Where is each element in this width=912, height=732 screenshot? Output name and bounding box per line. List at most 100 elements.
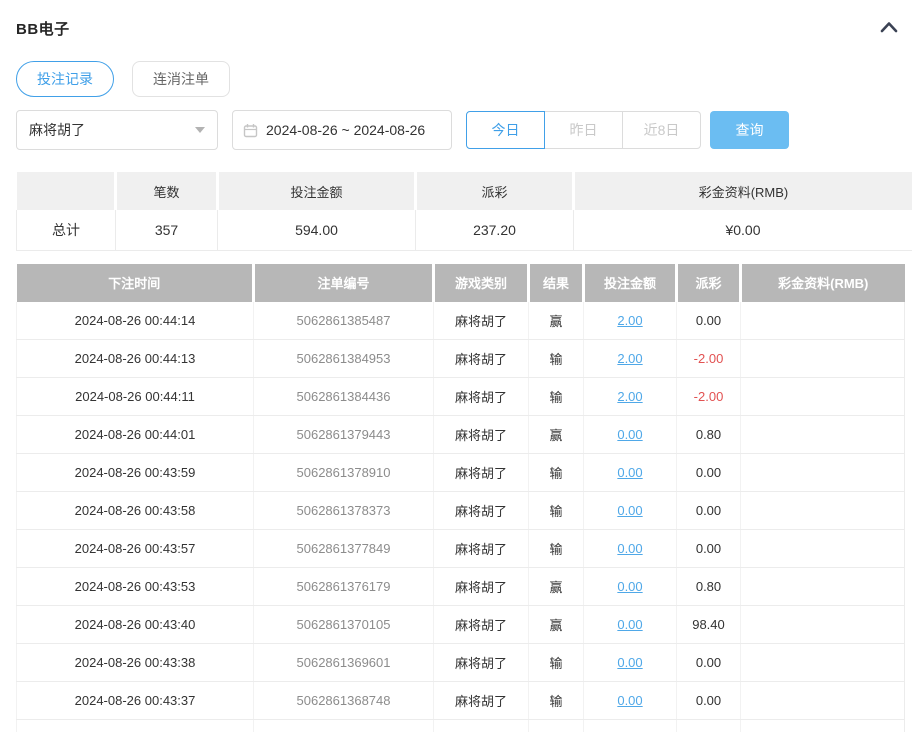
bonus-cell xyxy=(741,720,905,732)
bet-amount-link[interactable]: 0.00 xyxy=(617,541,642,556)
game-type-cell: 麻将胡了 xyxy=(434,454,529,492)
bet-amount-link[interactable]: 0.00 xyxy=(617,427,642,442)
order-no-cell: 5062861369601 xyxy=(254,644,434,682)
table-row: 2024-08-26 00:44:01 5062861379443 麻将胡了 赢… xyxy=(17,416,905,454)
calendar-icon xyxy=(243,123,258,138)
table-row: 2024-08-26 00:43:57 5062861377849 麻将胡了 输… xyxy=(17,530,905,568)
bet-amount-link[interactable]: 0.00 xyxy=(617,465,642,480)
order-no-cell: 5062861384953 xyxy=(254,340,434,378)
quick-range-group: 今日 昨日 近8日 xyxy=(466,111,701,149)
result-cell: 输 xyxy=(529,492,584,530)
payout-cell: 0.80 xyxy=(677,416,741,454)
result-cell: 输 xyxy=(529,720,584,732)
result-cell: 输 xyxy=(529,454,584,492)
bet-time-cell: 2024-08-26 00:43:59 xyxy=(17,454,254,492)
bet-time-cell: 2024-08-26 00:43:38 xyxy=(17,644,254,682)
records-table-body: 2024-08-26 00:44:14 5062861385487 麻将胡了 赢… xyxy=(17,302,905,732)
bet-amount-cell: 0.00 xyxy=(584,416,677,454)
game-select[interactable]: 麻将胡了 xyxy=(16,110,218,150)
records-col-bet-time: 下注时间 xyxy=(17,264,254,302)
table-row: 2024-08-26 00:43:59 5062861378910 麻将胡了 输… xyxy=(17,454,905,492)
bet-amount-cell: 0.00 xyxy=(584,454,677,492)
table-row: 2024-08-26 00:43:37 5062861368748 麻将胡了 输… xyxy=(17,682,905,720)
payout-cell: -2.00 xyxy=(677,340,741,378)
order-no-cell: 5062861376179 xyxy=(254,568,434,606)
tab-bar: 投注记录 连消注单 xyxy=(16,61,912,97)
payout-cell: 0.00 xyxy=(677,644,741,682)
order-no-cell: 5062861378910 xyxy=(254,454,434,492)
tab-betting-records[interactable]: 投注记录 xyxy=(16,61,114,97)
bonus-cell xyxy=(741,568,905,606)
caret-down-icon xyxy=(195,127,205,133)
date-range-picker[interactable]: 2024-08-26 ~ 2024-08-26 xyxy=(232,110,452,150)
table-row: 2024-08-26 00:43:35 5062861368241 麻将胡了 输… xyxy=(17,720,905,732)
bet-time-cell: 2024-08-26 00:43:53 xyxy=(17,568,254,606)
payout-cell: 0.00 xyxy=(677,302,741,340)
bet-time-cell: 2024-08-26 00:43:57 xyxy=(17,530,254,568)
query-button[interactable]: 查询 xyxy=(710,111,789,149)
bonus-cell xyxy=(741,378,905,416)
summary-total-payout: 237.20 xyxy=(416,210,574,250)
quick-range-today[interactable]: 今日 xyxy=(466,111,545,149)
table-row: 2024-08-26 00:44:13 5062861384953 麻将胡了 输… xyxy=(17,340,905,378)
result-cell: 输 xyxy=(529,340,584,378)
filter-bar: 麻将胡了 2024-08-26 ~ 2024-08-26 今日 昨日 近8日 查… xyxy=(16,110,912,150)
result-cell: 输 xyxy=(529,682,584,720)
game-type-cell: 麻将胡了 xyxy=(434,416,529,454)
bonus-cell xyxy=(741,340,905,378)
payout-cell: 0.00 xyxy=(677,720,741,732)
table-row: 2024-08-26 00:43:53 5062861376179 麻将胡了 赢… xyxy=(17,568,905,606)
chevron-up-icon[interactable] xyxy=(876,18,902,36)
records-col-result: 结果 xyxy=(529,264,584,302)
game-type-cell: 麻将胡了 xyxy=(434,492,529,530)
bet-amount-cell: 0.00 xyxy=(584,568,677,606)
game-type-cell: 麻将胡了 xyxy=(434,644,529,682)
bonus-cell xyxy=(741,606,905,644)
bet-amount-link[interactable]: 2.00 xyxy=(617,313,642,328)
result-cell: 赢 xyxy=(529,606,584,644)
payout-cell: 0.00 xyxy=(677,682,741,720)
game-type-cell: 麻将胡了 xyxy=(434,720,529,732)
order-no-cell: 5062861377849 xyxy=(254,530,434,568)
bet-time-cell: 2024-08-26 00:43:37 xyxy=(17,682,254,720)
game-type-cell: 麻将胡了 xyxy=(434,606,529,644)
bet-amount-link[interactable]: 0.00 xyxy=(617,655,642,670)
quick-range-yesterday[interactable]: 昨日 xyxy=(544,111,623,149)
bonus-cell xyxy=(741,530,905,568)
date-range-value: 2024-08-26 ~ 2024-08-26 xyxy=(266,122,425,138)
game-type-cell: 麻将胡了 xyxy=(434,568,529,606)
summary-total-bet-amount: 594.00 xyxy=(218,210,416,250)
bonus-cell xyxy=(741,302,905,340)
payout-cell: 0.00 xyxy=(677,530,741,568)
bet-amount-link[interactable]: 0.00 xyxy=(617,617,642,632)
order-no-cell: 5062861368748 xyxy=(254,682,434,720)
bet-amount-link[interactable]: 0.00 xyxy=(617,693,642,708)
game-type-cell: 麻将胡了 xyxy=(434,378,529,416)
bet-amount-cell: 2.00 xyxy=(584,340,677,378)
payout-cell: 98.40 xyxy=(677,606,741,644)
result-cell: 赢 xyxy=(529,302,584,340)
game-type-cell: 麻将胡了 xyxy=(434,340,529,378)
payout-cell: -2.00 xyxy=(677,378,741,416)
bet-amount-cell: 0.00 xyxy=(584,682,677,720)
tab-cancelled-orders[interactable]: 连消注单 xyxy=(132,61,230,97)
bet-amount-link[interactable]: 2.00 xyxy=(617,389,642,404)
quick-range-last8days[interactable]: 近8日 xyxy=(622,111,701,149)
records-col-bet-amount: 投注金额 xyxy=(584,264,677,302)
bet-amount-cell: 0.00 xyxy=(584,530,677,568)
bet-amount-link[interactable]: 0.00 xyxy=(617,579,642,594)
summary-table: 笔数 投注金额 派彩 彩金资料(RMB) 总计 357 594.00 237.2… xyxy=(16,172,912,251)
bet-time-cell: 2024-08-26 00:44:11 xyxy=(17,378,254,416)
page-title: BB电子 xyxy=(16,18,70,39)
bet-amount-link[interactable]: 0.00 xyxy=(617,503,642,518)
summary-col-bonus: 彩金资料(RMB) xyxy=(574,172,912,210)
payout-cell: 0.00 xyxy=(677,454,741,492)
result-cell: 输 xyxy=(529,378,584,416)
bet-amount-link[interactable]: 2.00 xyxy=(617,351,642,366)
summary-col-bet-amount: 投注金额 xyxy=(218,172,416,210)
game-type-cell: 麻将胡了 xyxy=(434,682,529,720)
summary-col-count: 笔数 xyxy=(116,172,218,210)
order-no-cell: 5062861378373 xyxy=(254,492,434,530)
bet-amount-cell: 0.00 xyxy=(584,644,677,682)
result-cell: 赢 xyxy=(529,416,584,454)
